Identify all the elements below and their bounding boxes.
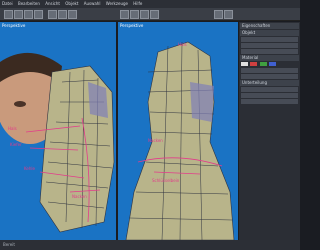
property-row[interactable] — [241, 99, 298, 104]
move-tool-icon[interactable] — [14, 10, 23, 19]
scale-tool-icon[interactable] — [34, 10, 43, 19]
rotate-tool-icon[interactable] — [24, 10, 33, 19]
property-row[interactable] — [241, 49, 298, 54]
menu-item-object[interactable]: Objekt — [65, 1, 78, 6]
color-swatch[interactable] — [241, 62, 248, 66]
annotation-label: Nacken — [148, 138, 163, 143]
annotation-label: Schlüsselbein — [152, 178, 180, 183]
menu-bar: Datei Bearbeiten Ansicht Objekt Auswahl … — [0, 0, 300, 8]
viewport-right[interactable]: Perspektive Hals Nacken Schlüsselbein — [118, 22, 238, 240]
menu-item-edit[interactable]: Bearbeiten — [18, 1, 40, 6]
annotation-label: Kiefer — [10, 142, 22, 147]
property-row[interactable] — [241, 87, 298, 92]
status-bar: Bereit — [0, 240, 300, 250]
menu-item-tools[interactable]: Werkzeuge — [106, 1, 128, 6]
properties-panel: Eigenschaften Objekt Material Unterteilu… — [239, 22, 300, 240]
panel-section-material[interactable]: Material — [240, 55, 299, 61]
menu-item-help[interactable]: Hilfe — [133, 1, 142, 6]
edge-tool-icon[interactable] — [58, 10, 67, 19]
viewport-label: Perspektive — [2, 23, 26, 28]
annotation-label: Nacken — [72, 194, 87, 199]
head-neck-mesh-left: Hals Kiefer Kehle Nacken — [0, 52, 115, 233]
view-side-icon[interactable] — [130, 10, 139, 19]
menu-item-selection[interactable]: Auswahl — [84, 1, 101, 6]
undo-icon[interactable] — [214, 10, 223, 19]
3d-modeling-app: Datei Bearbeiten Ansicht Objekt Auswahl … — [0, 0, 300, 250]
property-row[interactable] — [241, 93, 298, 98]
color-swatch[interactable] — [250, 62, 258, 66]
property-row[interactable] — [241, 43, 298, 48]
menu-item-view[interactable]: Ansicht — [45, 1, 60, 6]
annotation-label: Hals — [8, 126, 17, 131]
property-row[interactable] — [241, 37, 298, 42]
panel-section-object[interactable]: Objekt — [240, 30, 299, 36]
polygon-tool-icon[interactable] — [48, 10, 57, 19]
select-tool-icon[interactable] — [4, 10, 13, 19]
view-top-icon[interactable] — [140, 10, 149, 19]
toolbar — [0, 8, 300, 21]
annotation-label: Hals — [178, 42, 187, 47]
viewport-left[interactable]: Perspektive Hals Kiefer Kehle Nacken — [0, 22, 116, 240]
menu-item-file[interactable]: Datei — [2, 1, 13, 6]
property-row[interactable] — [241, 74, 298, 79]
annotation-label: Kehle — [24, 166, 36, 171]
property-row[interactable] — [241, 68, 298, 73]
head-neck-mesh-right: Hals Nacken Schlüsselbein — [125, 41, 235, 240]
view-front-icon[interactable] — [120, 10, 129, 19]
panel-title: Eigenschaften — [240, 23, 299, 29]
color-swatch[interactable] — [259, 62, 267, 66]
vertex-tool-icon[interactable] — [68, 10, 77, 19]
viewport-label: Perspektive — [120, 23, 144, 28]
color-swatch[interactable] — [268, 62, 276, 66]
status-text: Bereit — [3, 242, 15, 247]
redo-icon[interactable] — [224, 10, 233, 19]
panel-section-subdivision[interactable]: Unterteilung — [240, 80, 299, 86]
render-icon[interactable] — [150, 10, 159, 19]
color-swatches — [241, 62, 298, 67]
